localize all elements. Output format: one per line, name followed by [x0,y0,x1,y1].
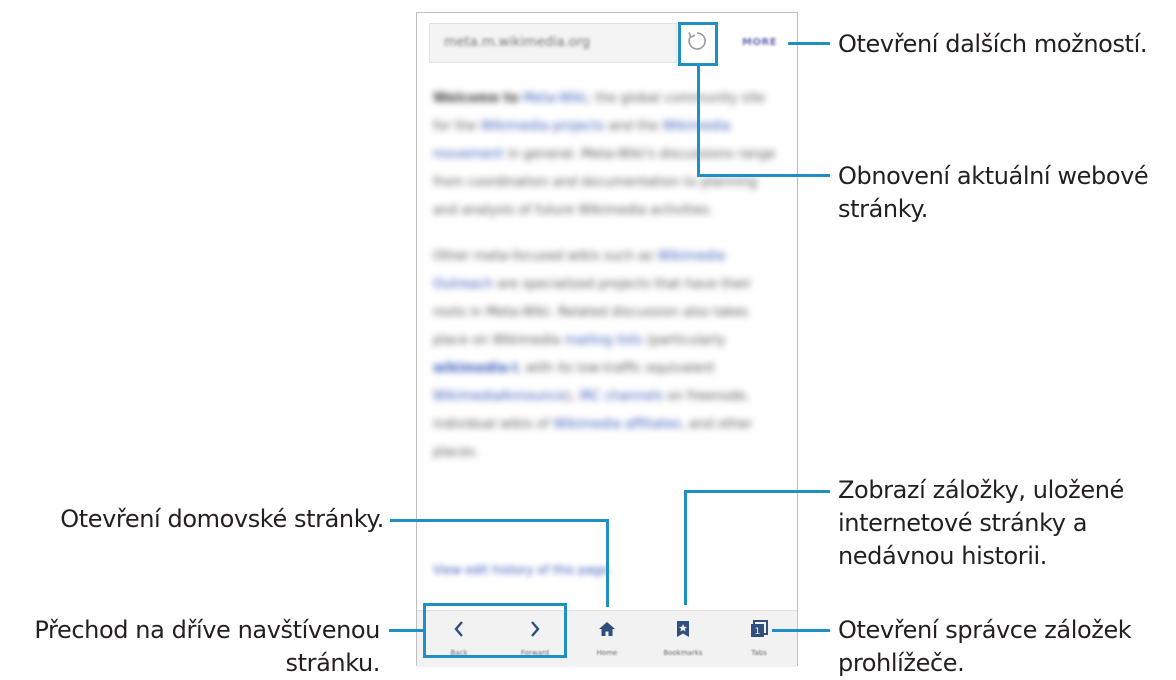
bookmarks-leader-v [684,490,687,605]
intro-text-2: and the [604,119,663,134]
meta-wiki-link[interactable]: Meta-Wiki [523,91,587,106]
url-text: meta.m.wikimedia.org [444,35,590,50]
callout-tabs-line1: Otevření správce záložek [838,616,1132,644]
mailing-lists-link[interactable]: mailing lists [564,333,642,348]
refresh-leader-v [697,66,700,177]
callout-tabs-line2: prohlížeče. [838,649,965,677]
callout-bookmarks: Zobrazí záložky, uložené internetové str… [838,474,1124,573]
bookmarks-label: Bookmarks [663,649,703,657]
paragraph-related: Other meta-focused wikis such as Wikimed… [433,243,785,467]
callout-back-forward: Přechod na dříve navštívenou stránku. [34,614,380,680]
irc-link[interactable]: IRC channels [579,389,663,404]
callout-back-forward-line1: Přechod na dříve navštívenou [34,616,380,644]
callout-more-options: Otevření dalších možností. [838,28,1147,61]
tabs-leader [772,629,830,632]
paragraph-intro: Welcome to Meta-Wiki, the global communi… [433,85,785,225]
home-label: Home [596,649,618,657]
edit-history-link[interactable]: View edit history of this page. [433,563,612,577]
home-leader-v [606,519,609,607]
back-forward-highlight [423,603,567,658]
related-text-3: (particularly [642,333,726,348]
bookmarks-button[interactable]: Bookmarks [645,611,721,667]
callout-bookmarks-line1: Zobrazí záložky, uložené [838,476,1124,504]
affiliates-link[interactable]: Wikimedia affiliates [553,417,681,432]
callout-refresh: Obnovení aktuální webové stránky. [838,160,1149,226]
address-bar[interactable]: meta.m.wikimedia.org [429,23,677,63]
callout-home: Otevření domovské stránky. [60,503,384,536]
bookmark-star-icon [677,621,689,637]
projects-link[interactable]: Wikimedia projects [480,119,604,134]
tabs-icon: 1 [751,620,768,637]
more-leader [788,42,830,45]
tabs-label: Tabs [751,649,767,657]
tabs-count: 1 [755,627,761,637]
more-button[interactable]: MORE [742,37,777,48]
callout-refresh-line2: stránky. [838,195,928,223]
callout-home-text: Otevření domovské stránky. [60,505,384,533]
callout-bookmarks-line2: internetové stránky a [838,509,1088,537]
callout-refresh-line1: Obnovení aktuální webové [838,162,1149,190]
page-content: Welcome to Meta-Wiki, the global communi… [433,85,785,485]
callout-more-options-text: Otevření dalších možností. [838,30,1148,58]
back-forward-leader [389,629,425,632]
welcome-text: Welcome to [433,91,519,106]
related-text-1: Other meta-focused wikis such as [433,249,658,264]
wikimedia-l-link[interactable]: wikimedia-l [433,361,517,376]
callout-tabs: Otevření správce záložek prohlížeče. [838,614,1132,680]
related-text-4: , with its low-traffic equivalent [517,361,715,376]
home-leader-h [390,519,609,522]
tabs-button[interactable]: 1 Tabs [721,611,797,667]
announce-link[interactable]: WikimediaAnnounce [433,389,566,404]
bookmarks-leader-h [684,490,830,493]
refresh-highlight [678,22,718,66]
related-text-5: ), [565,389,580,404]
refresh-leader-h [697,174,830,177]
callout-back-forward-line2: stránku. [285,649,381,677]
home-button[interactable]: Home [569,611,645,667]
callout-bookmarks-line3: nedávnou historii. [838,542,1047,570]
home-icon [599,622,615,636]
